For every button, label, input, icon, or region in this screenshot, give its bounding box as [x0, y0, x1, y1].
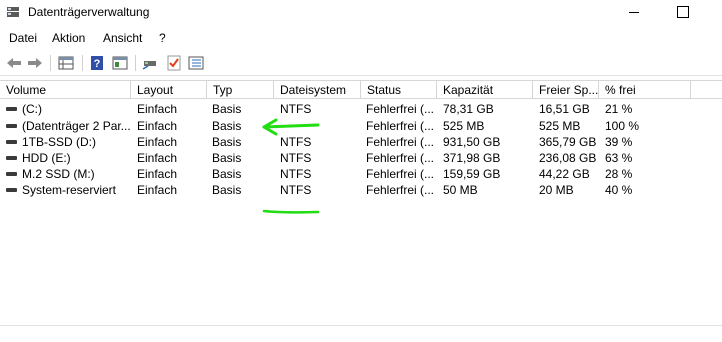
cell-kapazitaet: 50 MB — [443, 183, 478, 197]
cell-kapazitaet: 371,98 GB — [443, 151, 501, 165]
menu-aktion[interactable]: Aktion — [52, 31, 85, 45]
cell-layout: Einfach — [137, 167, 178, 181]
cell-kapazitaet: 159,59 GB — [443, 167, 501, 181]
back-arrow-icon[interactable] — [4, 53, 24, 73]
cell-layout: Einfach — [137, 151, 178, 165]
cell-volume: System-reserviert — [6, 182, 130, 198]
drive-icon — [6, 139, 17, 144]
cell-dateisystem: NTFS — [280, 151, 312, 165]
volume-name: System-reserviert — [22, 183, 117, 197]
cell-layout: Einfach — [137, 183, 178, 197]
window-title: Datenträgerverwaltung — [28, 5, 150, 19]
drive-icon — [6, 171, 17, 176]
pane-icon[interactable] — [110, 53, 130, 73]
list-view-icon[interactable] — [186, 53, 206, 73]
column-status[interactable]: Status — [361, 81, 437, 99]
connect-drive-icon[interactable] — [140, 53, 160, 73]
column-header-row: Volume Layout Typ Dateisystem Status Kap… — [0, 81, 722, 99]
properties-grid-icon[interactable] — [56, 53, 76, 73]
column-prozent-frei[interactable]: % frei — [599, 81, 691, 99]
cell-layout: Einfach — [137, 135, 178, 149]
cell-prozent-frei: 28 % — [605, 167, 633, 181]
toolbar-separator — [135, 55, 136, 71]
help-icon[interactable]: ? — [87, 53, 107, 73]
column-volume[interactable]: Volume — [0, 81, 131, 99]
drive-icon — [6, 155, 17, 160]
cell-typ: Basis — [212, 151, 242, 165]
cell-dateisystem: NTFS — [280, 167, 312, 181]
horizontal-scrollbar[interactable] — [0, 325, 722, 342]
cell-typ: Basis — [212, 167, 242, 181]
disk-management-icon — [6, 6, 20, 18]
cell-freier-speicher: 16,51 GB — [539, 102, 590, 116]
column-kapazitaet[interactable]: Kapazität — [437, 81, 533, 99]
cell-volume: HDD (E:) — [6, 150, 130, 166]
table-row[interactable]: 1TB-SSD (D:) Einfach Basis NTFS Fehlerfr… — [0, 134, 722, 150]
table-row[interactable]: M.2 SSD (M:) Einfach Basis NTFS Fehlerfr… — [0, 166, 722, 182]
cell-kapazitaet: 78,31 GB — [443, 102, 494, 116]
cell-freier-speicher: 525 MB — [539, 119, 581, 133]
cell-volume: (C:) — [6, 101, 130, 117]
menu-ansicht[interactable]: Ansicht — [103, 31, 142, 45]
cell-dateisystem: NTFS — [280, 102, 312, 116]
check-document-icon[interactable] — [164, 53, 184, 73]
svg-text:?: ? — [94, 58, 101, 70]
drive-icon — [6, 106, 17, 111]
maximize-button[interactable] — [658, 0, 704, 26]
menu-help[interactable]: ? — [159, 31, 166, 45]
volume-name: (Datenträger 2 Par... — [22, 119, 130, 133]
toolbar: ? — [0, 50, 722, 76]
cell-kapazitaet: 525 MB — [443, 119, 485, 133]
column-dateisystem[interactable]: Dateisystem — [274, 81, 361, 99]
cell-kapazitaet: 931,50 GB — [443, 135, 501, 149]
cell-typ: Basis — [212, 102, 242, 116]
toolbar-separator — [82, 55, 83, 71]
minimize-button[interactable] — [612, 0, 658, 26]
cell-prozent-frei: 21 % — [605, 102, 633, 116]
annotation-underline — [262, 209, 320, 214]
table-row[interactable]: System-reserviert Einfach Basis NTFS Feh… — [0, 182, 722, 198]
volume-name: 1TB-SSD (D:) — [22, 135, 97, 149]
cell-volume: (Datenträger 2 Par... — [6, 118, 130, 134]
forward-arrow-icon[interactable] — [25, 53, 45, 73]
volume-name: HDD (E:) — [22, 151, 71, 165]
title-bar: Datenträgerverwaltung — [0, 0, 722, 26]
menu-bar: Datei Aktion Ansicht ? — [0, 28, 722, 48]
drive-icon — [6, 187, 17, 192]
cell-prozent-frei: 39 % — [605, 135, 633, 149]
table-row[interactable]: HDD (E:) Einfach Basis NTFS Fehlerfrei (… — [0, 150, 722, 166]
column-typ[interactable]: Typ — [207, 81, 274, 99]
cell-status: Fehlerfrei (... — [366, 135, 435, 149]
column-freier-speicher[interactable]: Freier Sp... — [533, 81, 599, 99]
cell-status: Fehlerfrei (... — [366, 102, 435, 116]
cell-status: Fehlerfrei (... — [366, 119, 435, 133]
cell-freier-speicher: 44,22 GB — [539, 167, 590, 181]
cell-status: Fehlerfrei (... — [366, 183, 435, 197]
cell-freier-speicher: 20 MB — [539, 183, 574, 197]
cell-layout: Einfach — [137, 102, 178, 116]
volume-name: (C:) — [22, 102, 42, 116]
cell-typ: Basis — [212, 183, 242, 197]
menu-datei[interactable]: Datei — [9, 31, 37, 45]
table-row[interactable]: (Datenträger 2 Par... Einfach Basis Fehl… — [0, 118, 722, 134]
annotation-arrow — [262, 118, 320, 136]
table-row[interactable]: (C:) Einfach Basis NTFS Fehlerfrei (... … — [0, 101, 722, 117]
cell-freier-speicher: 365,79 GB — [539, 135, 597, 149]
cell-freier-speicher: 236,08 GB — [539, 151, 597, 165]
volume-name: M.2 SSD (M:) — [22, 167, 95, 181]
volume-list: Volume Layout Typ Dateisystem Status Kap… — [0, 80, 722, 342]
toolbar-separator — [50, 55, 51, 71]
column-layout[interactable]: Layout — [131, 81, 207, 99]
cell-layout: Einfach — [137, 119, 178, 133]
cell-status: Fehlerfrei (... — [366, 167, 435, 181]
cell-dateisystem: NTFS — [280, 183, 312, 197]
drive-icon — [6, 123, 17, 128]
cell-volume: M.2 SSD (M:) — [6, 166, 130, 182]
cell-volume: 1TB-SSD (D:) — [6, 134, 130, 150]
cell-prozent-frei: 63 % — [605, 151, 633, 165]
cell-prozent-frei: 40 % — [605, 183, 633, 197]
cell-prozent-frei: 100 % — [605, 119, 640, 133]
cell-status: Fehlerfrei (... — [366, 151, 435, 165]
